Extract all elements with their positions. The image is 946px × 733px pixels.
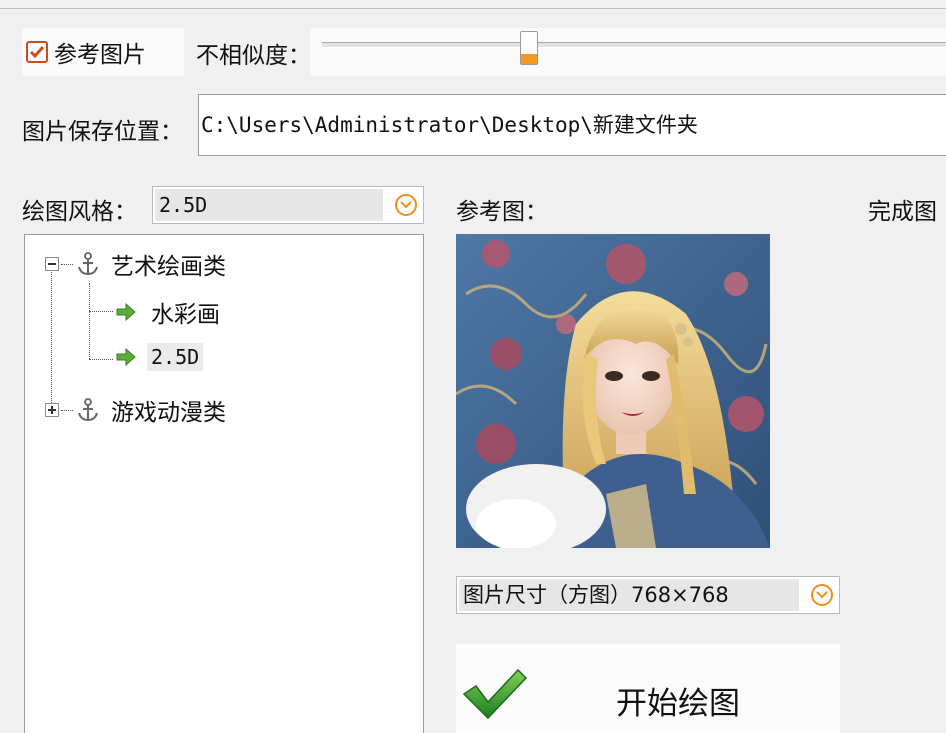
anchor-icon [78, 252, 98, 276]
reference-image-toggle[interactable]: 参考图片 [22, 28, 184, 76]
expand-icon[interactable] [45, 403, 59, 417]
tree-item-watercolor[interactable]: 水彩画 [115, 295, 220, 329]
tree-item-2-5d[interactable]: 2.5D [115, 343, 204, 371]
tree-item-game-anime[interactable]: 游戏动漫类 [45, 393, 226, 427]
checkmark-icon [29, 46, 45, 59]
draw-style-value: 2.5D [155, 189, 383, 221]
tree-label-art-painting: 艺术绘画类 [111, 254, 226, 280]
main-window: 参考图片 不相似度： 图片保存位置： C:\Users\Administrato… [0, 0, 946, 733]
tree-label-2-5d: 2.5D [147, 343, 204, 371]
similarity-slider[interactable] [310, 28, 946, 76]
similarity-label: 不相似度： [196, 43, 311, 69]
reference-checkbox[interactable] [26, 41, 48, 63]
save-location-label: 图片保存位置： [22, 119, 183, 145]
arrow-right-icon [116, 348, 136, 366]
start-drawing-button[interactable]: 开始绘图 [456, 644, 840, 733]
reference-preview-title: 参考图： [456, 199, 548, 225]
slider-thumb[interactable] [520, 31, 538, 65]
chevron-down-icon[interactable] [811, 584, 833, 606]
save-path-field[interactable]: C:\Users\Administrator\Desktop\新建文件夹 [198, 94, 946, 156]
top-edge [0, 0, 946, 9]
style-tree[interactable]: 艺术绘画类 水彩画 2.5D 游戏动漫类 [24, 234, 424, 733]
slider-track [322, 42, 946, 48]
draw-style-dropdown[interactable]: 2.5D [152, 186, 424, 224]
draw-style-label: 绘图风格： [22, 199, 137, 225]
chevron-down-icon[interactable] [395, 194, 417, 216]
image-size-dropdown[interactable]: 图片尺寸（方图）768×768 [456, 576, 840, 614]
start-drawing-label: 开始绘图 [616, 686, 740, 722]
checkmark-icon [462, 668, 528, 720]
tree-label-watercolor: 水彩画 [151, 302, 220, 328]
tree-item-art-painting[interactable]: 艺术绘画类 [45, 247, 226, 281]
arrow-right-icon [116, 303, 136, 321]
reference-image [456, 234, 770, 548]
reference-checkbox-label: 参考图片 [54, 42, 146, 68]
result-preview-title: 完成图 [868, 199, 937, 225]
collapse-icon[interactable] [45, 257, 59, 271]
tree-label-game-anime: 游戏动漫类 [111, 400, 226, 426]
anchor-icon [78, 398, 98, 422]
image-size-value: 图片尺寸（方图）768×768 [459, 579, 799, 611]
